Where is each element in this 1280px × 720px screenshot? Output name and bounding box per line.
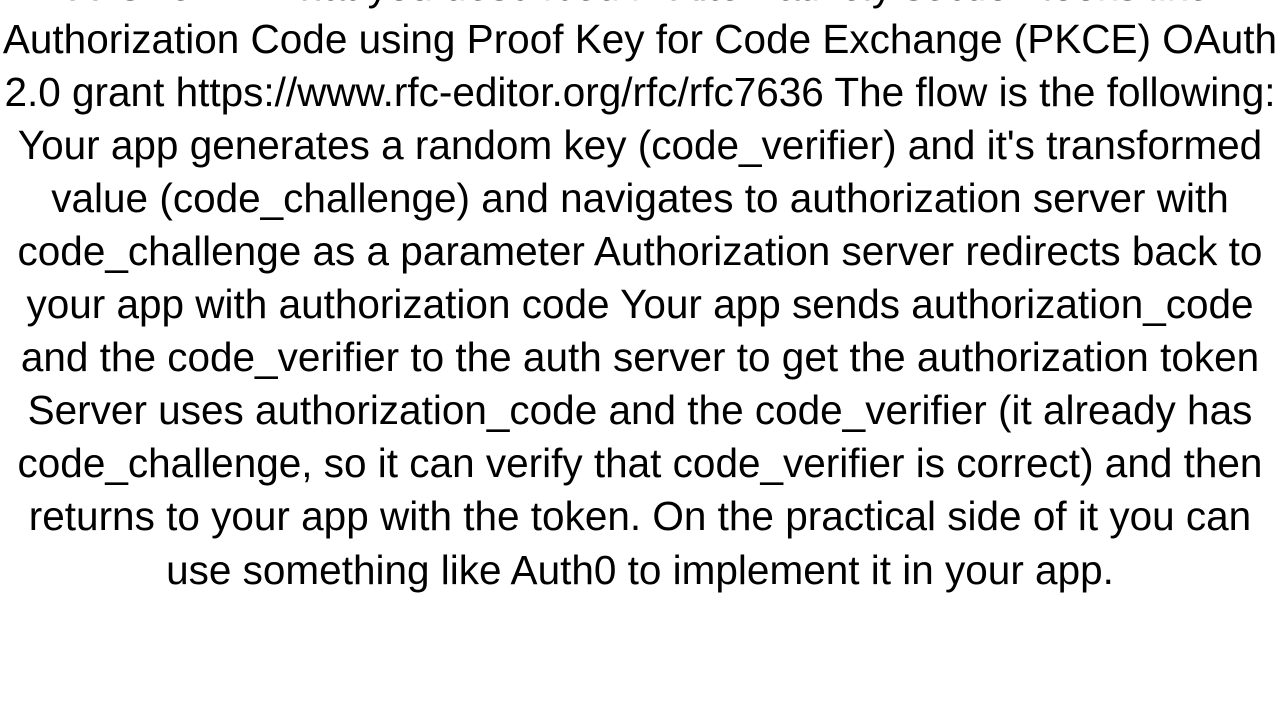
answer-body-text: Answer 2: What you described in Alternat…: [0, 0, 1280, 597]
document-page: Answer 2: What you described in Alternat…: [0, 0, 1280, 720]
